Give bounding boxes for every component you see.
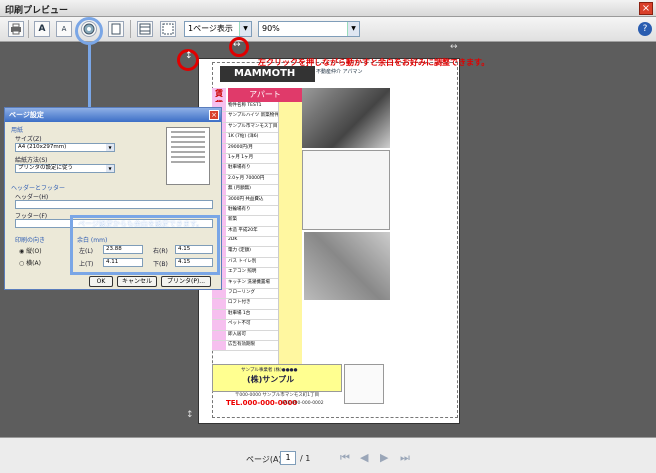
portrait-radio[interactable]: ◉ 縦(O) [19, 246, 42, 255]
flyer-footer-name: (株)サンプル [247, 375, 295, 384]
flyer-map [304, 232, 390, 300]
margin-hint: 左クリックを押しながら動かすと余白をお好みに調整できます。 [258, 58, 490, 67]
printer-icon [11, 23, 21, 35]
page-setup-highlight [75, 17, 103, 45]
vertical-resize-icon[interactable]: ↕ [185, 51, 193, 61]
status-bar: ページ(A) 1 / 1 ⏮ ◀ ▶ ⏭ [0, 437, 656, 473]
flyer-row-label [212, 289, 226, 299]
font-large-button[interactable]: A [34, 21, 50, 37]
window-title: 印刷プレビュー [5, 6, 69, 16]
flyer-row-label [212, 330, 226, 340]
flyer-logo: MAMMOTH [220, 66, 315, 82]
landscape-label: 横(A) [26, 260, 41, 267]
page-label: ページ(A) [246, 455, 282, 464]
portrait-label: 縦(O) [26, 248, 42, 255]
flyer-minimap [344, 364, 384, 404]
size-label: サイズ(Z) [15, 136, 42, 143]
close-button[interactable]: × [639, 2, 653, 15]
zoom-select[interactable]: 90% ▼ [258, 21, 360, 37]
flyer-footer: サンプル事業者 (株)●●●● (株)サンプル [212, 364, 342, 392]
toolbar-separator [130, 20, 131, 38]
flyer: MAMMOTH 不動産仲介 アパマン 賃貸 アパート 物件名称 TEST1サンプ… [212, 66, 390, 410]
flyer-row-label [212, 309, 226, 320]
page-total: / 1 [300, 454, 311, 463]
flyer-fax: FAX.000-000-0002 [282, 401, 324, 406]
next-page-icon[interactable]: ▶ [380, 451, 388, 464]
flyer-row-label [212, 340, 226, 351]
dialog-close-button[interactable]: × [209, 110, 219, 120]
prev-page-icon[interactable]: ◀ [360, 451, 368, 464]
chevron-down-icon: ▼ [106, 165, 114, 172]
flyer-photo [302, 88, 390, 148]
fit-page-icon [162, 23, 174, 35]
size-select[interactable]: A4 (210x297mm) ▼ [15, 143, 115, 152]
cancel-button[interactable]: キャンセル [117, 276, 157, 287]
flyer-address: 〒000-0000 サンプル市マンモス町1丁目 [234, 393, 320, 398]
orientation-group-label: 印刷の向き [15, 237, 46, 244]
landscape-radio[interactable]: ○ 横(A) [19, 258, 41, 267]
vertical-resize-icon[interactable]: ↕ [186, 410, 194, 420]
printer-button[interactable]: プリンタ(P)... [161, 276, 211, 287]
page-number-input[interactable]: 1 [280, 451, 296, 465]
horizontal-resize-icon[interactable]: ↔ [450, 42, 458, 52]
page-view-button[interactable] [108, 21, 124, 37]
header-input[interactable] [15, 200, 213, 209]
first-page-icon[interactable]: ⏮ [340, 451, 350, 465]
chevron-down-icon: ▼ [106, 144, 114, 151]
chevron-down-icon: ▼ [239, 22, 251, 36]
font-small-button[interactable]: A [56, 21, 72, 37]
zoom-select-value: 90% [262, 24, 280, 33]
header-footer-button[interactable] [137, 21, 153, 37]
view-select[interactable]: 1ページ表示 ▼ [184, 21, 252, 37]
size-select-value: A4 (210x297mm) [18, 144, 67, 150]
flyer-apart: アパート [228, 88, 302, 102]
flyer-footer-line1: サンプル事業者 (株)●●●● [241, 368, 298, 373]
last-page-icon[interactable]: ⏭ [400, 451, 410, 465]
header-footer-group-label: ヘッダーとフッター [11, 185, 66, 192]
full-page-button[interactable] [160, 21, 176, 37]
chevron-down-icon: ▼ [347, 22, 359, 36]
page-thumbnail [166, 127, 210, 185]
flyer-row-label [212, 299, 226, 309]
ok-button[interactable]: OK [89, 276, 113, 287]
dialog-title: ページ設定 [5, 108, 221, 122]
header-footer-icon [139, 23, 151, 35]
flyer-yellow-band [278, 102, 302, 364]
title-bar: 印刷プレビュー × [0, 0, 656, 17]
horizontal-resize-icon[interactable]: ↔ [233, 40, 241, 50]
flyer-row-label [212, 320, 226, 330]
flyer-floor-plan [302, 150, 390, 230]
paper-group-label: 用紙 [11, 127, 24, 134]
toolbar-separator [28, 20, 29, 38]
source-label: 給紙方法(S) [15, 157, 48, 164]
print-button[interactable] [8, 21, 24, 37]
source-select-value: プリンタの設定に従う [18, 165, 74, 171]
callout-text: ページ設定からも余白を設定できます。 [78, 220, 204, 228]
help-button[interactable]: ? [638, 22, 652, 36]
page-icon [111, 23, 121, 35]
source-select[interactable]: プリンタの設定に従う ▼ [15, 164, 115, 173]
flyer-company: 不動産仲介 アパマン [316, 69, 363, 75]
view-select-value: 1ページ表示 [188, 24, 233, 33]
